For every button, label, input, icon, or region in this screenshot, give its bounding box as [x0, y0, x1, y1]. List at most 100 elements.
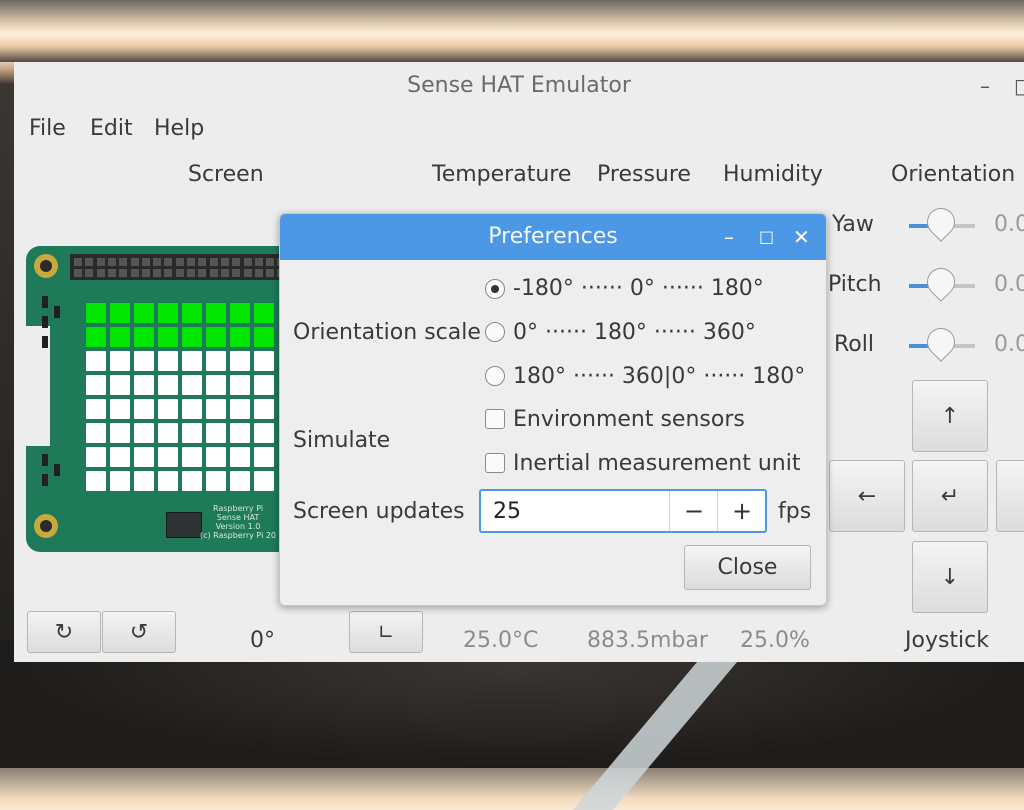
roll-slider-handle[interactable] [921, 322, 961, 362]
pitch-slider-handle[interactable] [921, 262, 961, 302]
led-pixel[interactable] [182, 423, 202, 443]
led-pixel[interactable] [230, 447, 250, 467]
led-pixel[interactable] [158, 399, 178, 419]
led-pixel[interactable] [206, 375, 226, 395]
rotate-ccw-button[interactable]: ↺ [102, 611, 176, 653]
led-pixel[interactable] [230, 399, 250, 419]
led-pixel[interactable] [182, 303, 202, 323]
led-pixel[interactable] [230, 303, 250, 323]
led-pixel[interactable] [182, 327, 202, 347]
environment-sensors-label[interactable]: Environment sensors [513, 407, 745, 432]
led-matrix[interactable] [86, 303, 276, 493]
scale-option-1-radio[interactable] [485, 279, 505, 299]
led-pixel[interactable] [182, 375, 202, 395]
led-pixel[interactable] [254, 351, 274, 371]
led-pixel[interactable] [86, 327, 106, 347]
led-pixel[interactable] [110, 399, 130, 419]
joystick-right-button[interactable] [996, 460, 1024, 532]
menu-file[interactable]: File [29, 116, 66, 141]
led-pixel[interactable] [206, 351, 226, 371]
scale-option-3-radio[interactable] [485, 366, 505, 386]
led-pixel[interactable] [86, 399, 106, 419]
led-pixel[interactable] [254, 327, 274, 347]
led-pixel[interactable] [254, 399, 274, 419]
led-pixel[interactable] [134, 351, 154, 371]
led-pixel[interactable] [134, 303, 154, 323]
led-pixel[interactable] [110, 423, 130, 443]
menu-edit[interactable]: Edit [90, 116, 133, 141]
led-pixel[interactable] [254, 447, 274, 467]
led-pixel[interactable] [110, 303, 130, 323]
led-pixel[interactable] [182, 351, 202, 371]
led-pixel[interactable] [158, 327, 178, 347]
led-pixel[interactable] [86, 423, 106, 443]
led-pixel[interactable] [86, 375, 106, 395]
led-pixel[interactable] [230, 351, 250, 371]
led-pixel[interactable] [110, 447, 130, 467]
led-pixel[interactable] [182, 471, 202, 491]
window-maximize-button[interactable]: □ [1014, 62, 1024, 110]
led-pixel[interactable] [254, 303, 274, 323]
rotate-cw-button[interactable]: ↻ [27, 611, 101, 653]
led-pixel[interactable] [110, 375, 130, 395]
menu-help[interactable]: Help [154, 116, 204, 141]
led-pixel[interactable] [230, 327, 250, 347]
led-pixel[interactable] [134, 375, 154, 395]
led-pixel[interactable] [86, 303, 106, 323]
led-pixel[interactable] [206, 327, 226, 347]
led-pixel[interactable] [254, 375, 274, 395]
joystick-enter-button[interactable]: ↵ [912, 460, 988, 532]
dialog-minimize-button[interactable]: – [724, 214, 734, 260]
led-pixel[interactable] [158, 303, 178, 323]
led-pixel[interactable] [158, 447, 178, 467]
dialog-close-icon[interactable]: ✕ [793, 214, 810, 260]
led-pixel[interactable] [254, 423, 274, 443]
dialog-maximize-button[interactable]: □ [759, 214, 774, 260]
environment-sensors-checkbox[interactable] [485, 409, 505, 429]
joystick-left-button[interactable]: ← [829, 460, 905, 532]
screen-updates-input[interactable]: 25 [493, 499, 521, 524]
led-pixel[interactable] [230, 375, 250, 395]
led-pixel[interactable] [86, 447, 106, 467]
decrement-button[interactable]: − [669, 491, 718, 531]
gpio-pin [209, 258, 218, 266]
led-pixel[interactable] [182, 399, 202, 419]
led-pixel[interactable] [158, 351, 178, 371]
close-button[interactable]: Close [684, 545, 811, 590]
led-pixel[interactable] [206, 423, 226, 443]
yaw-slider-handle[interactable] [921, 202, 961, 242]
scale-option-2-label[interactable]: 0° ······ 180° ······ 360° [513, 320, 756, 345]
scale-option-3-label[interactable]: 180° ······ 360|0° ······ 180° [513, 364, 805, 389]
scale-option-2-radio[interactable] [485, 322, 505, 342]
led-pixel[interactable] [110, 351, 130, 371]
led-pixel[interactable] [254, 471, 274, 491]
led-pixel[interactable] [134, 423, 154, 443]
led-pixel[interactable] [134, 447, 154, 467]
led-pixel[interactable] [158, 471, 178, 491]
led-pixel[interactable] [134, 471, 154, 491]
led-pixel[interactable] [158, 375, 178, 395]
led-pixel[interactable] [86, 351, 106, 371]
led-pixel[interactable] [206, 303, 226, 323]
led-pixel[interactable] [230, 423, 250, 443]
led-pixel[interactable] [206, 447, 226, 467]
window-minimize-button[interactable]: – [980, 62, 990, 110]
led-pixel[interactable] [206, 471, 226, 491]
joystick-down-button[interactable]: ↓ [912, 541, 988, 613]
led-pixel[interactable] [230, 471, 250, 491]
joystick-up-button[interactable]: ↑ [912, 380, 988, 452]
led-pixel[interactable] [206, 399, 226, 419]
flip-button[interactable]: ∟ [349, 611, 423, 653]
gpio-pin [164, 269, 173, 277]
led-pixel[interactable] [110, 471, 130, 491]
imu-checkbox[interactable] [485, 453, 505, 473]
led-pixel[interactable] [110, 327, 130, 347]
led-pixel[interactable] [182, 447, 202, 467]
led-pixel[interactable] [86, 471, 106, 491]
increment-button[interactable]: + [717, 491, 766, 531]
led-pixel[interactable] [134, 399, 154, 419]
imu-label[interactable]: Inertial measurement unit [513, 451, 800, 476]
led-pixel[interactable] [158, 423, 178, 443]
led-pixel[interactable] [134, 327, 154, 347]
scale-option-1-label[interactable]: -180° ······ 0° ······ 180° [513, 276, 764, 301]
